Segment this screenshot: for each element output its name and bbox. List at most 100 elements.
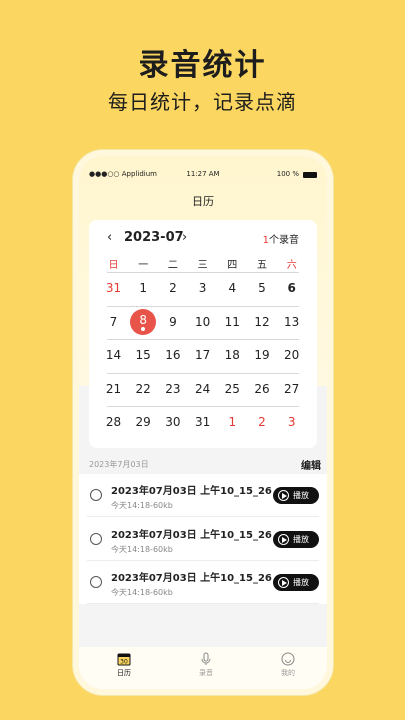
recording-item[interactable]: 2023年07月03日 上午10_15_26 今天14:18-60kb 播放 [79,561,327,604]
next-month-button[interactable]: › [182,230,187,245]
recording-meta: 今天14:18-60kb [111,501,173,510]
week-divider [107,339,299,340]
recording-meta: 今天14:18-60kb [111,544,173,554]
select-radio[interactable] [90,489,102,501]
calendar-day[interactable]: 31 [99,281,128,295]
recording-list: 2023年07月03日 上午10_15_26 今天14:18-60kb 播放 2023… [79,474,327,604]
calendar-day[interactable]: 17 [188,348,217,362]
tab-label: 录音 [199,669,213,677]
play-icon [278,577,289,588]
microphone-icon [199,651,213,665]
calendar-day[interactable]: 25 [218,382,247,396]
calendar-day[interactable]: 15 [129,348,158,362]
calendar-week-row: 7 8 9 10 11 12 13 [99,305,307,336]
has-recording-dot [141,326,146,331]
select-radio[interactable] [90,532,102,545]
calendar-day[interactable]: 24 [188,382,217,396]
calendar-day[interactable]: 26 [248,382,277,396]
calendar-day[interactable]: 2 [158,281,187,295]
calendar-day[interactable]: 14 [99,348,128,362]
weekday-label: 二 [167,260,178,271]
recording-title: 2023年07月03日 上午10_15_26 [111,529,272,541]
calendar-day[interactable]: 28 [99,415,128,429]
phone-frame: ●●●○○ Applidium 11:27 AM 100 % 日历 ‹ 2023… [73,150,333,695]
calendar-day[interactable]: 3 [277,415,306,429]
calendar-icon: 30 [117,651,131,666]
weekday-label: 日 [108,260,119,271]
recording-count-text: 个录音 [269,235,299,246]
calendar-day[interactable]: 31 [188,415,217,429]
calendar-day[interactable]: 9 [158,315,187,329]
calendar-day[interactable]: 7 [99,315,128,329]
calendar-week-row: 14 15 16 17 18 19 20 [99,339,307,369]
tab-microphone[interactable]: 录音 [176,651,236,678]
calendar-day[interactable]: 20 [277,348,306,362]
calendar-day[interactable]: 19 [248,348,277,362]
calendar-day[interactable]: 30 [158,415,187,429]
weekday-label: 一 [138,260,149,271]
app-screen: ●●●○○ Applidium 11:27 AM 100 % 日历 ‹ 2023… [79,156,327,689]
recording-item[interactable]: 2023年07月03日 上午10_15_26 今天14:18-60kb 播放 [79,518,327,561]
calendar-week-row: 28 29 30 31 1 2 3 [99,406,307,436]
select-radio[interactable] [90,576,102,588]
calendar-day[interactable]: 2 [248,415,277,429]
week-divider [107,372,299,374]
prev-month-button[interactable]: ‹ [107,230,112,245]
tab-smile-face[interactable]: 我的 [258,651,318,678]
calendar-day[interactable]: 5 [248,281,277,295]
weekday-label: 四 [227,260,238,271]
play-icon [278,490,289,501]
play-label: 播放 [293,491,309,500]
calendar-day[interactable]: 6 [277,281,306,295]
weekday-label: 三 [197,260,208,271]
smile-face-icon [281,651,295,666]
tab-bar: 30 日历 录音 我的 [79,647,327,689]
tab-calendar[interactable]: 30 日历 [94,651,154,678]
recording-meta: 今天14:18-60kb [111,588,173,597]
week-divider [107,305,299,307]
play-button[interactable]: 播放 [273,574,319,591]
calendar-day[interactable]: 21 [99,382,128,396]
calendar-day[interactable]: 3 [188,281,217,295]
week-divider [107,272,299,273]
calendar-week-row: 31 1 2 3 4 5 6 [99,272,307,302]
calendar-day-selected[interactable]: 8 [130,308,157,335]
calendar-card: ‹ 2023-07 › 1个录音 日一二三四五六 31 1 2 3 4 5 6 7 8 9 10 11… [89,220,317,448]
calendar-day[interactable]: 29 [129,415,158,429]
edit-button[interactable]: 编辑 [301,457,321,472]
promo-subtitle: 每日统计，记录点滴 [108,90,297,114]
calendar-day[interactable]: 1 [129,281,158,295]
battery-icon [303,172,317,178]
calendar-day[interactable]: 23 [158,382,187,396]
play-button[interactable]: 播放 [273,530,319,548]
page-title: 日历 [192,195,214,208]
list-date-label: 2023年7月03日 [89,460,149,469]
recording-count: 1个录音 [263,231,299,246]
weekday-label: 六 [286,260,297,271]
play-label: 播放 [293,578,309,587]
svg-text:30: 30 [120,659,128,666]
row-divider [87,603,319,604]
calendar-day[interactable]: 16 [158,348,187,362]
list-header: 2023年7月03日 编辑 [79,454,327,474]
calendar-day[interactable]: 12 [248,315,277,329]
calendar-week-row: 21 22 23 24 25 26 27 [99,372,307,403]
calendar-day[interactable]: 13 [277,315,306,329]
month-label: 2023-07 [124,230,184,245]
tab-label: 我的 [281,669,295,677]
recording-item[interactable]: 2023年07月03日 上午10_15_26 今天14:18-60kb 播放 [79,474,327,517]
recording-title: 2023年07月03日 上午10_15_26 [111,486,272,497]
battery-percent: 100 % [276,170,299,178]
calendar-day[interactable]: 18 [218,348,247,362]
play-icon [278,533,289,545]
recording-title: 2023年07月03日 上午10_15_26 [111,573,272,584]
calendar-day[interactable]: 4 [218,281,247,295]
weekday-label: 五 [257,260,267,271]
play-button[interactable]: 播放 [273,487,319,504]
weekday-header: 日一二三四五六 [99,256,307,271]
calendar-day[interactable]: 22 [129,382,158,396]
calendar-day[interactable]: 1 [218,415,247,429]
calendar-day[interactable]: 11 [218,315,247,329]
calendar-day[interactable]: 10 [188,315,217,329]
calendar-day[interactable]: 27 [277,382,306,396]
